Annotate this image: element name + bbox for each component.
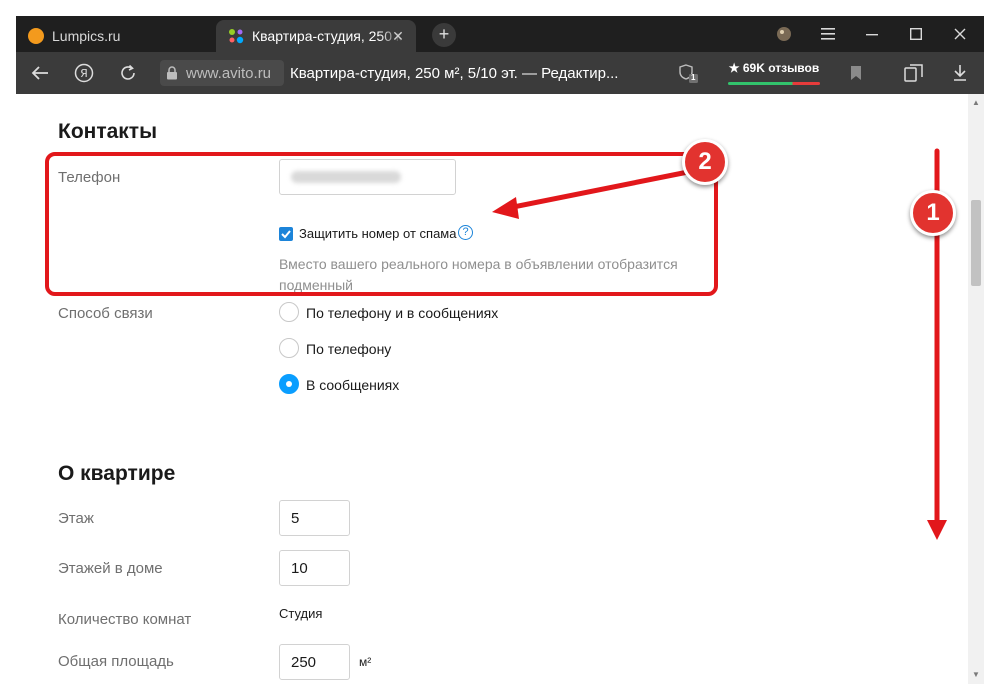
reload-icon[interactable]: [116, 61, 140, 85]
yandex-icon[interactable]: Я: [72, 61, 96, 85]
floors-label: Этажей в доме: [58, 560, 163, 577]
annotation-badge-1: 1: [910, 190, 956, 236]
radio-phone-and-messages[interactable]: [279, 302, 299, 322]
contact-method-label: Способ связи: [58, 305, 153, 322]
maximize-icon[interactable]: [894, 16, 938, 52]
scroll-up-icon[interactable]: ▲: [971, 98, 981, 108]
area-label: Общая площадь: [58, 653, 174, 670]
contacts-heading: Контакты: [58, 120, 158, 143]
svg-text:Я: Я: [80, 67, 88, 80]
collections-icon[interactable]: [902, 61, 926, 85]
menu-icon[interactable]: [806, 16, 850, 52]
avito-favicon-icon: [229, 29, 244, 44]
new-tab-button[interactable]: +: [432, 23, 456, 47]
download-icon[interactable]: [948, 61, 972, 85]
tab-avito[interactable]: Квартира-студия, 250 м² ✕: [216, 20, 416, 52]
tab-title: Квартира-студия, 250 м²: [252, 28, 402, 44]
scroll-down-icon[interactable]: ▼: [971, 670, 981, 680]
apartment-heading: О квартире: [58, 462, 176, 485]
radio-phone[interactable]: [279, 338, 299, 358]
floors-value: 10: [291, 559, 308, 577]
browser-window: Lumpics.ru Квартира-студия, 250 м² ✕ + Я…: [16, 16, 984, 684]
area-unit: м²: [359, 655, 372, 669]
floors-input[interactable]: 10: [279, 550, 350, 586]
minimize-icon[interactable]: [850, 16, 894, 52]
rooms-value[interactable]: Студия: [279, 606, 322, 621]
area-input[interactable]: 250: [279, 644, 350, 680]
tab-strip: Lumpics.ru Квартира-студия, 250 м² ✕ +: [16, 16, 984, 52]
reviews-rating-bar: [728, 82, 820, 85]
back-icon[interactable]: [28, 61, 52, 85]
radio-messages[interactable]: [279, 374, 299, 394]
shield-count: 1: [691, 73, 696, 82]
area-value: 250: [291, 653, 317, 671]
floor-input[interactable]: 5: [279, 500, 350, 536]
radio-phone-label[interactable]: По телефону: [306, 341, 391, 357]
radio-phone-and-messages-label[interactable]: По телефону и в сообщениях: [306, 305, 498, 321]
reviews-badge[interactable]: ★ 69K отзывов: [728, 61, 820, 85]
lock-icon[interactable]: [160, 61, 184, 85]
floor-label: Этаж: [58, 510, 94, 527]
page-title: Квартира-студия, 250 м², 5/10 эт. — Реда…: [290, 65, 619, 82]
tab-lumpics[interactable]: Lumpics.ru: [16, 20, 216, 52]
rooms-label: Количество комнат: [58, 611, 192, 628]
url-domain[interactable]: www.avito.ru: [186, 65, 271, 82]
floor-value: 5: [291, 509, 300, 527]
address-bar: Я www.avito.ru Квартира-студия, 250 м², …: [16, 52, 984, 94]
bookmark-icon[interactable]: [844, 61, 868, 85]
close-window-icon[interactable]: [938, 16, 982, 52]
extension-icon[interactable]: [762, 16, 806, 52]
annotation-highlight-box: [45, 152, 718, 296]
close-tab-icon[interactable]: ✕: [390, 28, 406, 44]
tab-title: Lumpics.ru: [52, 28, 121, 44]
radio-messages-label[interactable]: В сообщениях: [306, 377, 399, 393]
annotation-badge-2: 2: [682, 139, 728, 185]
scroll-thumb[interactable]: [971, 200, 981, 286]
orange-favicon-icon: [28, 28, 44, 44]
reviews-text: ★ 69K отзывов: [728, 61, 820, 75]
scrollbar[interactable]: ▲ ▼: [968, 94, 984, 684]
protect-shield-icon[interactable]: 1: [676, 61, 700, 85]
